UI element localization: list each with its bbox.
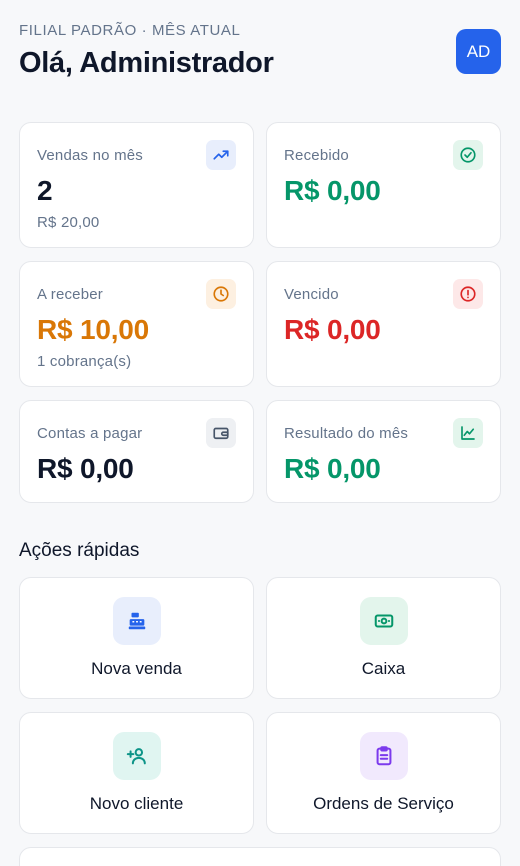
stat-value: R$ 0,00	[284, 453, 381, 484]
check-circle-icon	[453, 140, 483, 170]
stat-value: 2	[37, 175, 53, 206]
action-label: Novo cliente	[89, 794, 184, 813]
stat-card-receivable[interactable]: A receber R$ 10,00 1 cobrança(s)	[19, 261, 254, 387]
dashboard-page: FILIAL PADRÃO · MÊS ATUAL Olá, Administr…	[0, 0, 520, 866]
stat-label: A receber	[37, 286, 104, 303]
page-title: Olá, Administrador	[19, 47, 274, 79]
stat-label: Contas a pagar	[37, 425, 143, 442]
branch-period-label: FILIAL PADRÃO · MÊS ATUAL	[19, 22, 241, 39]
action-label: Ordens de Serviço	[313, 794, 454, 813]
cash-register-icon	[112, 597, 161, 645]
action-label: Caixa	[361, 659, 406, 678]
stat-label: Resultado do mês	[284, 425, 409, 442]
quick-action-next-partial[interactable]	[19, 847, 501, 866]
cash-icon	[359, 597, 408, 645]
trending-up-icon	[206, 140, 236, 170]
quick-action-new-sale[interactable]: Nova venda	[19, 577, 254, 699]
quick-actions-title: Ações rápidas	[19, 540, 140, 561]
chart-line-icon	[453, 418, 483, 448]
stat-value: R$ 0,00	[284, 175, 381, 206]
action-label: Nova venda	[91, 659, 182, 678]
stat-value: R$ 0,00	[284, 314, 381, 345]
alert-circle-icon	[453, 279, 483, 309]
stat-label: Vencido	[284, 286, 339, 303]
stat-card-overdue[interactable]: Vencido R$ 0,00	[266, 261, 501, 387]
stat-value: R$ 0,00	[37, 453, 134, 484]
stat-value: R$ 10,00	[37, 314, 150, 345]
wallet-icon	[206, 418, 236, 448]
stat-label: Recebido	[284, 147, 349, 164]
stat-card-result[interactable]: Resultado do mês R$ 0,00	[266, 400, 501, 503]
quick-action-service-orders[interactable]: Ordens de Serviço	[266, 712, 501, 834]
clipboard-icon	[359, 732, 408, 780]
quick-action-cash[interactable]: Caixa	[266, 577, 501, 699]
stat-subtext: R$ 20,00	[37, 214, 100, 231]
stat-card-received[interactable]: Recebido R$ 0,00	[266, 122, 501, 248]
stat-card-payables[interactable]: Contas a pagar R$ 0,00	[19, 400, 254, 503]
user-plus-icon	[112, 732, 161, 780]
stat-card-sales[interactable]: Vendas no mês 2 R$ 20,00	[19, 122, 254, 248]
stat-label: Vendas no mês	[37, 147, 144, 164]
clock-icon	[206, 279, 236, 309]
stat-subtext: 1 cobrança(s)	[37, 353, 132, 370]
avatar[interactable]: AD	[456, 29, 501, 74]
quick-action-new-customer[interactable]: Novo cliente	[19, 712, 254, 834]
header: FILIAL PADRÃO · MÊS ATUAL Olá, Administr…	[19, 22, 501, 82]
